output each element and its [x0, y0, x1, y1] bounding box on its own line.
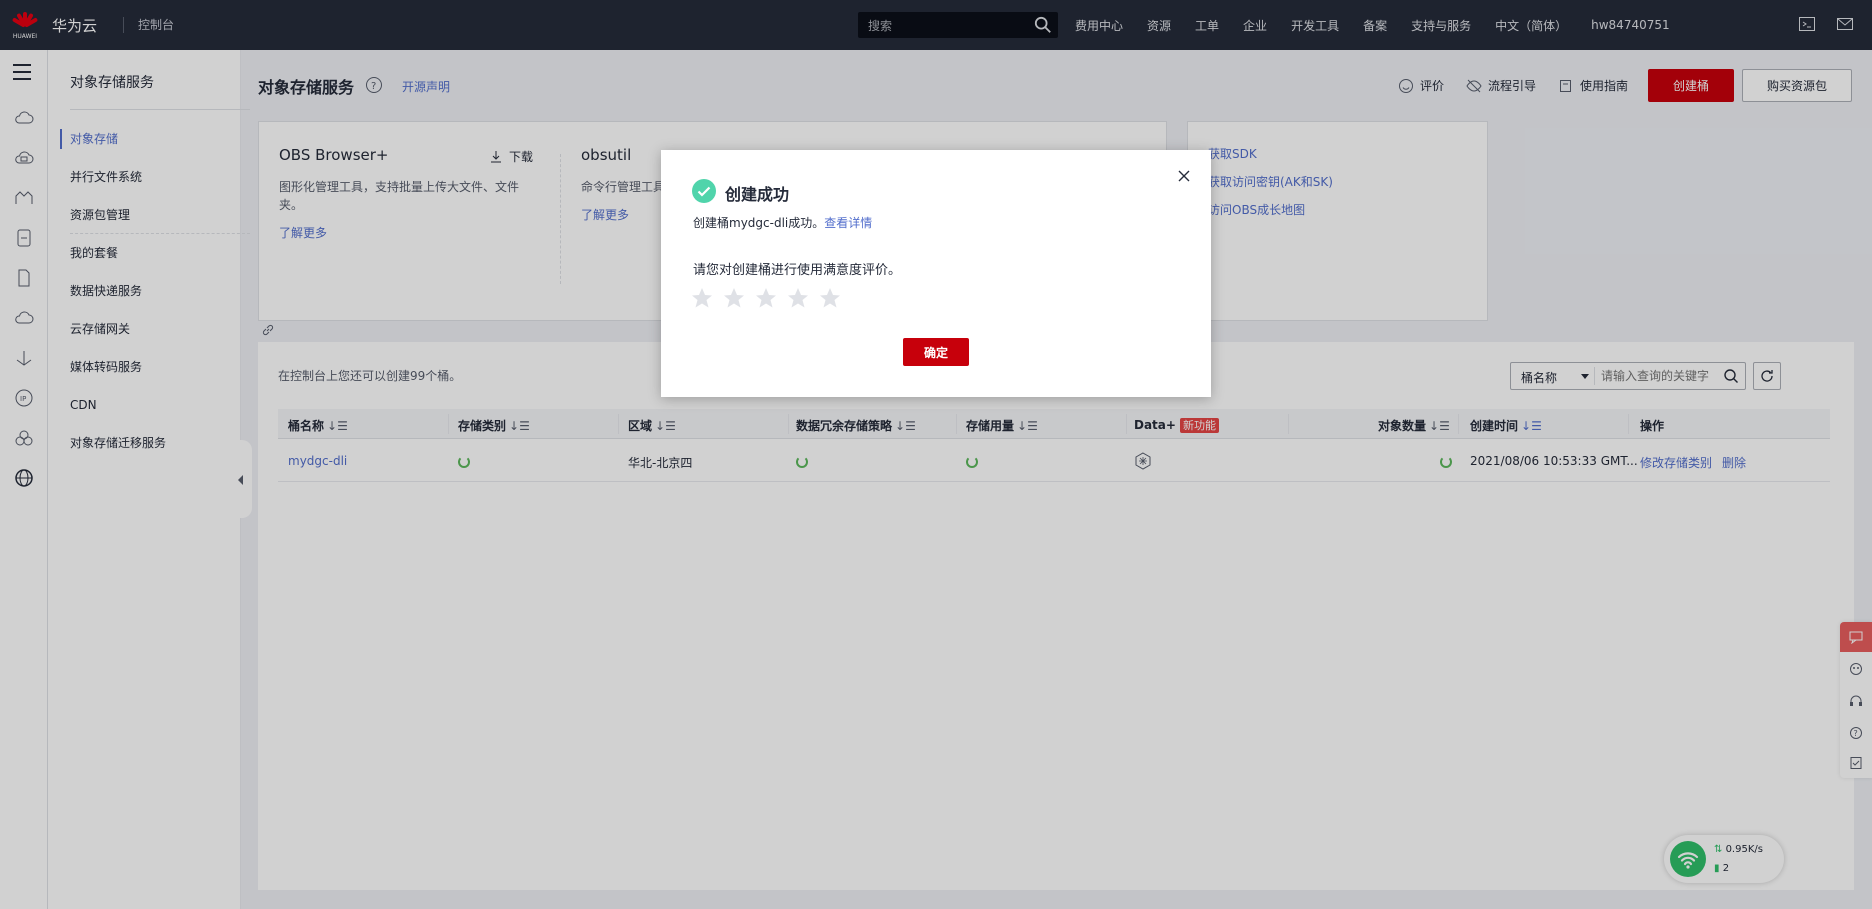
star-icon[interactable]: [755, 287, 777, 309]
close-icon[interactable]: [1176, 168, 1192, 184]
star-rating: [691, 287, 841, 309]
star-icon[interactable]: [723, 287, 745, 309]
star-icon[interactable]: [691, 287, 713, 309]
star-icon[interactable]: [787, 287, 809, 309]
modal-backdrop[interactable]: [0, 0, 1872, 909]
create-success-dialog: 创建成功 创建桶mydgc-dli成功。查看详情 请您对创建桶进行使用满意度评价…: [661, 150, 1211, 397]
rating-question: 请您对创建桶进行使用满意度评价。: [693, 263, 902, 278]
confirm-button[interactable]: 确定: [903, 338, 969, 366]
success-check-icon: [692, 179, 716, 203]
view-details-link[interactable]: 查看详情: [824, 216, 872, 230]
dialog-message: 创建桶mydgc-dli成功。查看详情: [693, 216, 873, 230]
star-icon[interactable]: [819, 287, 841, 309]
dialog-title: 创建成功: [725, 185, 790, 204]
